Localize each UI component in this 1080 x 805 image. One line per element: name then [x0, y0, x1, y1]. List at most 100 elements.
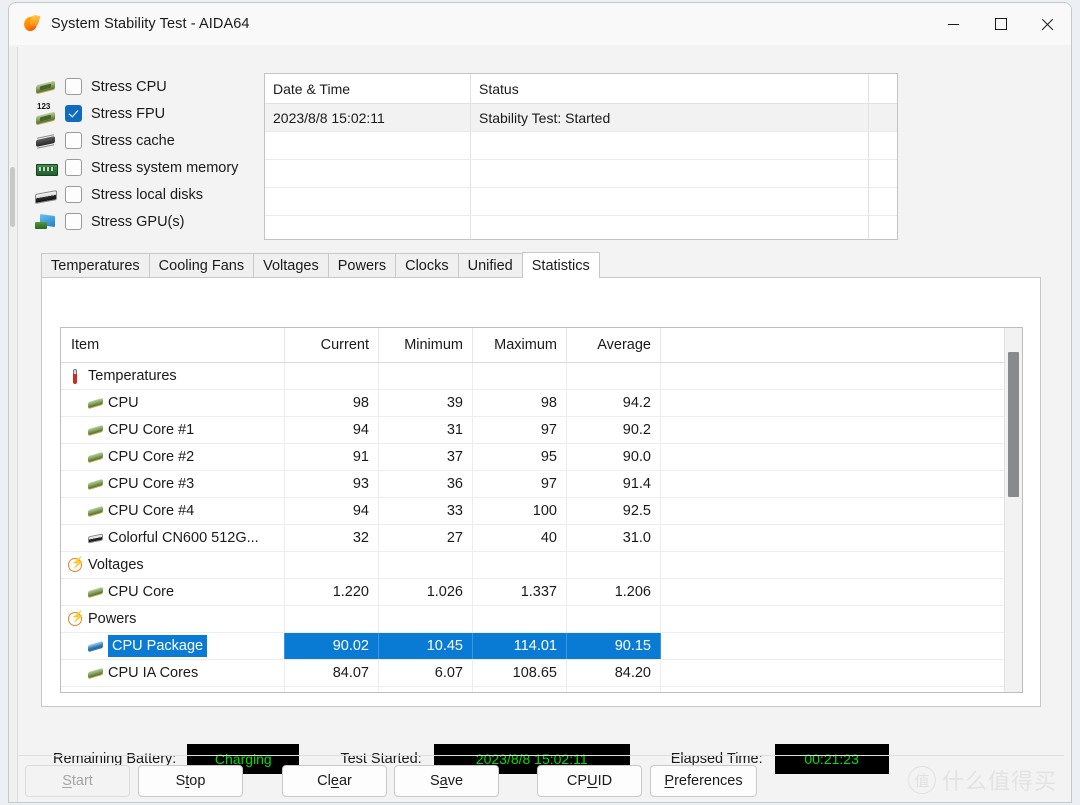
window-left-scroll-rail[interactable] [9, 47, 18, 802]
stress-cpu-checkbox[interactable] [65, 78, 82, 95]
row-average: 1.206 [567, 579, 661, 605]
stop-button[interactable]: Stop [138, 765, 243, 797]
screenshot-root: System Stability Test - AIDA64 Stress CP… [0, 0, 1080, 805]
row-label: CPU Core [108, 584, 175, 600]
table-row[interactable]: CPU Core #2 91 37 95 90.0 [61, 444, 1004, 471]
cpuid-button[interactable]: CPUID [537, 765, 642, 797]
tab-statistics[interactable]: Statistics [521, 252, 600, 278]
log-row[interactable]: 2023/8/8 15:02:11 Stability Test: Starte… [265, 104, 897, 132]
row-current [285, 363, 379, 389]
stress-option-memory[interactable]: Stress system memory [33, 154, 263, 181]
close-button[interactable] [1024, 3, 1071, 45]
cpuid-accel: U [587, 773, 598, 789]
stress-option-gpu[interactable]: Stress GPU(s) [33, 208, 263, 235]
col-header-item[interactable]: Item [61, 328, 285, 362]
window-title: System Stability Test - AIDA64 [51, 16, 250, 32]
row-minimum: 10.45 [379, 633, 473, 659]
row-maximum [473, 363, 567, 389]
stress-cache-checkbox[interactable] [65, 132, 82, 149]
row-label: CPU Package [108, 635, 208, 657]
table-row[interactable]: CPU GT Cores 0.15 0.01 1.94 0.23 [61, 687, 1004, 692]
col-header-current[interactable]: Current [285, 328, 379, 362]
log-row-empty [265, 216, 897, 239]
maximize-button[interactable] [977, 3, 1024, 45]
stress-option-disks[interactable]: Stress local disks [33, 181, 263, 208]
row-average [567, 552, 661, 578]
row-label: Colorful CN600 512G... [108, 530, 259, 546]
table-row[interactable]: CPU Core #3 93 36 97 91.4 [61, 471, 1004, 498]
col-header-maximum[interactable]: Maximum [473, 328, 567, 362]
table-row[interactable]: CPU Core 1.220 1.026 1.337 1.206 [61, 579, 1004, 606]
log-column-status[interactable]: Status [471, 74, 869, 103]
table-row[interactable]: Colorful CN600 512G... 32 27 40 31.0 [61, 525, 1004, 552]
clear-button[interactable]: Clear [282, 765, 387, 797]
row-average: 90.2 [567, 417, 661, 443]
voltage-icon [67, 556, 85, 572]
table-row[interactable]: CPU Core #4 94 33 100 92.5 [61, 498, 1004, 525]
statistics-scrollbar[interactable] [1004, 328, 1022, 692]
table-row[interactable]: Temperatures [61, 363, 1004, 390]
row-maximum [473, 606, 567, 632]
stress-option-fpu[interactable]: 123 Stress FPU [33, 100, 263, 127]
row-maximum: 100 [473, 498, 567, 524]
tab-cooling-fans[interactable]: Cooling Fans [148, 253, 254, 278]
statistics-scrollbar-thumb[interactable] [1008, 352, 1019, 497]
tab-temperatures[interactable]: Temperatures [41, 253, 149, 278]
stress-cache-label: Stress cache [91, 132, 175, 149]
statistics-grid[interactable]: Item Current Minimum Maximum Average Tem… [60, 327, 1023, 693]
row-maximum: 1.94 [473, 687, 567, 692]
row-current [285, 552, 379, 578]
tab-unified[interactable]: Unified [457, 253, 522, 278]
col-header-spacer [661, 328, 1004, 362]
table-row[interactable]: Powers [61, 606, 1004, 633]
stress-gpu-label: Stress GPU(s) [91, 213, 185, 230]
row-maximum: 97 [473, 471, 567, 497]
tab-clocks[interactable]: Clocks [395, 253, 458, 278]
save-button[interactable]: Save [394, 765, 499, 797]
table-row[interactable]: CPU Core #1 94 31 97 90.2 [61, 417, 1004, 444]
row-current [285, 606, 379, 632]
minimize-button[interactable] [930, 3, 977, 45]
row-current: 84.07 [285, 660, 379, 686]
row-label: Voltages [88, 557, 144, 573]
log-row-status: Stability Test: Started [471, 104, 869, 131]
event-log-table[interactable]: Date & Time Status 2023/8/8 15:02:11 Sta… [264, 73, 898, 240]
stress-option-cpu[interactable]: Stress CPU [33, 73, 263, 100]
table-row-selected[interactable]: CPU Package 90.02 10.45 114.01 90.15 [61, 633, 1004, 660]
row-minimum: 33 [379, 498, 473, 524]
row-current: 0.15 [285, 687, 379, 692]
row-label: CPU Core #3 [108, 476, 195, 492]
col-header-average[interactable]: Average [567, 328, 661, 362]
stress-disks-label: Stress local disks [91, 186, 204, 203]
tab-voltages[interactable]: Voltages [253, 253, 328, 278]
hard-disk-icon [87, 531, 105, 545]
thermometer-icon [67, 369, 85, 384]
stress-gpu-checkbox[interactable] [65, 213, 82, 230]
window-left-scroll-thumb[interactable] [10, 167, 15, 227]
row-current: 93 [285, 471, 379, 497]
table-row[interactable]: Voltages [61, 552, 1004, 579]
stress-option-cache[interactable]: Stress cache [33, 127, 263, 154]
preferences-button[interactable]: Preferences [650, 765, 757, 797]
cpu-chip-icon [87, 423, 105, 437]
row-current: 1.220 [285, 579, 379, 605]
row-average: 0.23 [567, 687, 661, 692]
table-row[interactable]: CPU IA Cores 84.07 6.07 108.65 84.20 [61, 660, 1004, 687]
tab-powers[interactable]: Powers [327, 253, 396, 278]
stress-memory-checkbox[interactable] [65, 159, 82, 176]
stress-disks-checkbox[interactable] [65, 186, 82, 203]
log-column-datetime[interactable]: Date & Time [265, 74, 471, 103]
row-minimum: 27 [379, 525, 473, 551]
log-row-empty [265, 188, 897, 216]
table-row[interactable]: CPU 98 39 98 94.2 [61, 390, 1004, 417]
cpu-chip-icon [87, 666, 105, 680]
voltage-icon [67, 610, 85, 626]
stress-fpu-checkbox[interactable] [65, 105, 82, 122]
clear-accel: e [330, 773, 339, 789]
maximize-icon [994, 18, 1007, 30]
row-current: 98 [285, 390, 379, 416]
client-area: Stress CPU 123 Stress FPU Stress cache S… [18, 47, 1071, 802]
col-header-minimum[interactable]: Minimum [379, 328, 473, 362]
start-label-rest: tart [71, 773, 93, 789]
start-button[interactable]: Start [25, 765, 130, 797]
